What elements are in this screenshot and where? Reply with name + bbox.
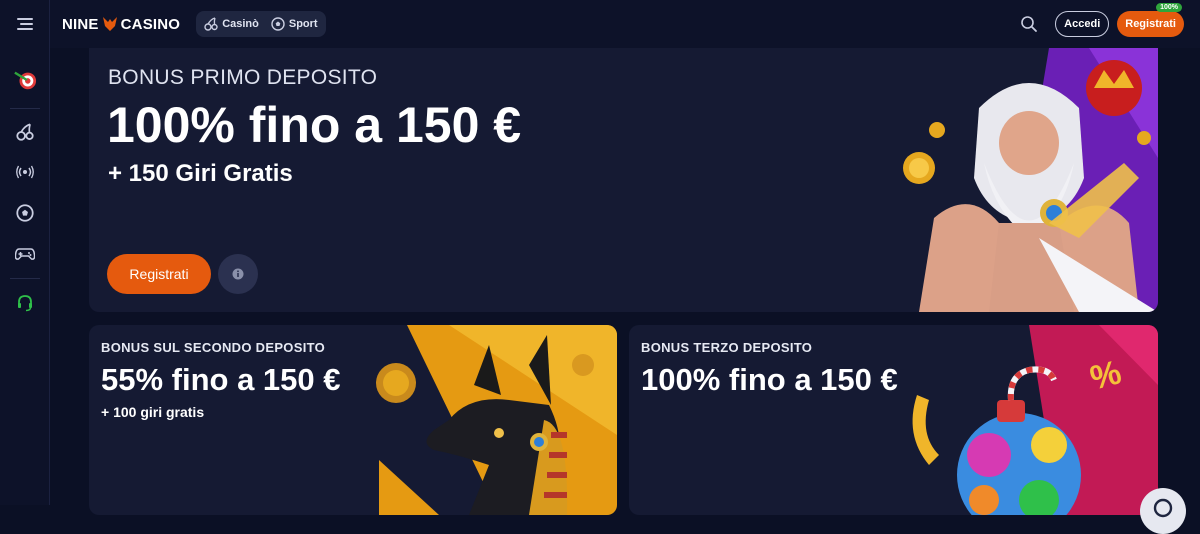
sidebar-divider [10,108,40,109]
promo-third-subtitle: BONUS TERZO DEPOSITO [641,340,813,355]
hero-subtitle: BONUS PRIMO DEPOSITO [108,66,378,89]
hero-extra: + 150 Giri Gratis [108,160,293,187]
nav-casino[interactable]: Casinò [204,17,259,31]
menu-button[interactable] [0,0,50,48]
promo-third-title: 100% fino a 150 € [641,362,898,397]
gamepad-icon [15,248,35,260]
main-nav: Casinò Sport [196,11,326,37]
hero-banner: BONUS PRIMO DEPOSITO 100% fino a 150 € +… [89,48,1158,312]
soccer-ball-icon [271,17,285,31]
cherry-icon [16,123,34,141]
hero-title: 100% fino a 150 € [107,97,522,153]
support-headset-icon [18,295,32,312]
promo-card-second-deposit[interactable]: BONUS SUL SECONDO DEPOSITO 55% fino a 15… [89,325,617,515]
chat-help-button[interactable] [1140,488,1186,534]
cherry-icon [204,17,218,31]
live-broadcast-icon [16,165,34,179]
logo[interactable]: NINE CASINO [62,15,180,33]
logo-text-right: CASINO [120,15,181,33]
hamburger-menu-icon [16,18,33,30]
darts-target-icon [14,71,37,90]
promo-second-title: 55% fino a 150 € [101,362,341,397]
login-button[interactable]: Accedi [1055,11,1110,37]
logo-text-left: NINE [62,15,99,33]
bonus-badge: 100% [1156,3,1182,12]
sidebar-divider [10,278,40,279]
soccer-ball-icon [16,204,34,222]
promo-second-extra: + 100 giri gratis [101,404,205,420]
search-icon [1021,16,1038,32]
register-button-label: Registrati [1125,18,1176,30]
promo-card-third-deposit[interactable]: % BONUS TERZO DEPOSITO 100% fino a 150 € [629,325,1158,515]
sidebar-item-live[interactable] [13,160,37,184]
sidebar-item-support[interactable] [13,291,37,315]
header-actions: Accedi Registrati 100% [1017,3,1184,37]
sidebar-item-promotions[interactable] [13,68,37,92]
nav-sport-label: Sport [288,18,318,30]
sidebar-item-sport[interactable] [13,201,37,225]
sidebar [0,48,50,505]
info-icon [232,268,244,280]
nav-sport[interactable]: Sport [271,17,318,31]
zeus-illustration [903,48,1158,312]
sidebar-item-casino[interactable] [13,120,37,144]
chat-icon [1153,498,1173,518]
top-bar: NINE CASINO Casinò Sport Accedi Registra… [0,0,1200,48]
hero-info-button[interactable] [218,254,258,294]
nav-casino-label: Casinò [222,18,259,30]
search-button[interactable] [1017,12,1041,36]
register-button-header[interactable]: Registrati 100% [1117,3,1184,37]
sidebar-item-games[interactable] [13,242,37,266]
fox-logo-icon [102,17,117,31]
hero-register-button[interactable]: Registrati [107,254,211,294]
promo-second-subtitle: BONUS SUL SECONDO DEPOSITO [101,340,326,355]
